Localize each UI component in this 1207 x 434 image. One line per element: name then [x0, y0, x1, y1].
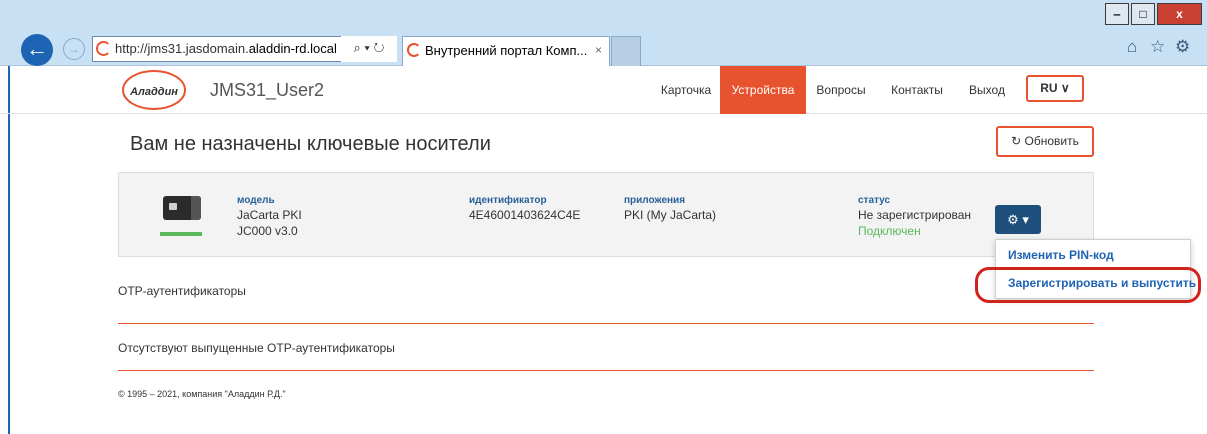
new-tab-button[interactable]	[611, 36, 641, 66]
window-left-edge	[8, 66, 10, 434]
page-title: Вам не назначены ключевые носители	[130, 133, 491, 155]
gear-icon: ⚙	[1007, 212, 1019, 227]
tab-favicon-icon	[407, 43, 421, 57]
model-value: JaCarta PKI	[237, 208, 302, 222]
highlight-annotation	[975, 267, 1201, 303]
id-value: 4E46001403624C4E	[469, 208, 581, 222]
id-label: идентификатор	[469, 195, 547, 206]
status-label: статус	[858, 195, 891, 206]
forward-arrow-icon[interactable]: →	[63, 38, 85, 60]
menu-change-pin[interactable]: Изменить PIN-код	[1008, 248, 1114, 262]
user-name: JMS31_User2	[210, 80, 325, 100]
url-prefix: http://jms31.jasdomain.	[115, 41, 249, 56]
refresh-button[interactable]: ↻ Обновить	[996, 126, 1094, 157]
nav-card[interactable]: Карточка	[654, 66, 718, 114]
caret-down-icon: ▾	[1018, 212, 1029, 227]
divider	[118, 370, 1094, 371]
smartcard-icon	[163, 196, 201, 220]
otp-empty-message: Отсутствуют выпущенные OTP-аутентификато…	[118, 341, 395, 355]
apps-label: приложения	[624, 195, 686, 206]
otp-section-title: OTP-аутентификаторы	[118, 284, 246, 298]
close-window-button[interactable]: x	[1157, 3, 1202, 25]
device-actions-button[interactable]: ⚙ ▾	[995, 205, 1041, 234]
model-version: JC000 v3.0	[237, 224, 298, 238]
connection-status: Подключен	[858, 224, 921, 238]
site-favicon-icon	[96, 41, 111, 56]
url-domain: aladdin-rd.local	[248, 41, 337, 56]
copyright-footer: © 1995 – 2021, компания "Аладдин Р.Д."	[118, 389, 286, 399]
home-icon[interactable]: ⌂	[1127, 37, 1137, 57]
settings-gear-icon[interactable]: ⚙	[1175, 37, 1190, 57]
minimize-button[interactable]: ‒	[1105, 3, 1129, 25]
apps-value: PKI (My JaCarta)	[624, 208, 717, 222]
nav-questions[interactable]: Вопросы	[810, 66, 872, 114]
maximize-button[interactable]: □	[1131, 3, 1155, 25]
aladdin-logo[interactable]: Аладдин	[120, 68, 188, 112]
favorites-star-icon[interactable]: ☆	[1150, 37, 1165, 57]
divider	[118, 323, 1094, 324]
status-value: Не зарегистрирован	[858, 208, 972, 222]
refresh-label: Обновить	[1024, 134, 1079, 148]
device-connected-bar	[160, 232, 202, 236]
refresh-icon: ↻	[1011, 134, 1022, 148]
tab-close-icon[interactable]: ×	[595, 43, 602, 57]
nav-contacts[interactable]: Контакты	[882, 66, 952, 114]
model-label: модель	[237, 195, 275, 206]
nav-logout[interactable]: Выход	[962, 66, 1012, 114]
address-bar-tools[interactable]: ⌕ ▾ ↻	[341, 36, 397, 62]
logo-text: Аладдин	[129, 86, 178, 98]
nav-devices[interactable]: Устройства	[720, 66, 806, 114]
back-arrow-icon[interactable]: ←	[21, 34, 53, 66]
tab-portal[interactable]: Внутренний портал Комп...	[402, 36, 610, 66]
browser-window: ‒ □ x ← → http://jms31.jasdomain.aladdin…	[0, 0, 1207, 434]
language-select[interactable]: RU ∨	[1026, 75, 1084, 102]
